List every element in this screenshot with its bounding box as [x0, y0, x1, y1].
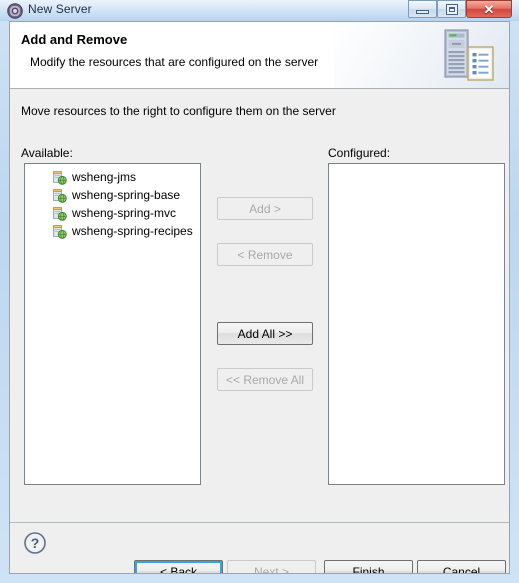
svg-text:?: ? [31, 535, 40, 551]
instruction-text: Move resources to the right to configure… [21, 104, 336, 118]
list-item[interactable]: wsheng-spring-recipes [25, 223, 200, 241]
web-module-icon [51, 223, 67, 239]
server-and-document-icon [439, 28, 499, 83]
title-bar[interactable]: New Server ✕ [0, 0, 519, 21]
list-item[interactable]: wsheng-jms [25, 169, 200, 187]
configured-label: Configured: [328, 146, 391, 160]
list-item-label: wsheng-spring-base [72, 188, 181, 202]
add-button[interactable]: Add > [217, 197, 313, 220]
server-gear-icon [7, 3, 23, 19]
finish-button-label: Finish [352, 564, 385, 574]
page-title: Add and Remove [21, 32, 128, 47]
wizard-header: Add and Remove Modify the resources that… [10, 22, 509, 89]
list-item-label: wsheng-spring-mvc [72, 206, 177, 220]
new-server-dialog-window: New Server ✕ Add and Remove Modify the r… [0, 0, 519, 583]
footer-separator [10, 522, 509, 523]
finish-button[interactable]: Finish [324, 560, 413, 574]
web-module-icon [51, 187, 67, 203]
restore-icon [445, 3, 458, 15]
next-button[interactable]: Next > [227, 560, 316, 574]
help-question-icon[interactable]: ? [23, 531, 47, 555]
minimize-button[interactable] [408, 0, 437, 18]
back-button-label: < Back [159, 564, 198, 574]
configured-list[interactable] [328, 163, 505, 485]
add-all-button[interactable]: Add All >> [217, 322, 313, 345]
back-button[interactable]: < Back [134, 560, 223, 574]
available-label: Available: [21, 146, 73, 160]
available-list-body: wsheng-jms wsheng-spring-base wsheng-spr… [25, 169, 200, 241]
available-list[interactable]: wsheng-jms wsheng-spring-base wsheng-spr… [24, 163, 201, 485]
web-module-icon [51, 205, 67, 221]
list-item[interactable]: wsheng-spring-mvc [25, 205, 200, 223]
list-item-label: wsheng-jms [72, 170, 137, 184]
next-button-label: Next > [253, 564, 289, 574]
remove-button[interactable]: < Remove [217, 243, 313, 266]
web-module-icon [51, 169, 67, 185]
remove-button-label: < Remove [237, 247, 293, 262]
minimize-icon [416, 10, 429, 14]
close-button[interactable]: ✕ [466, 0, 512, 18]
page-description: Modify the resources that are configured… [30, 55, 319, 69]
list-item-label: wsheng-spring-recipes [72, 224, 193, 238]
remove-all-button-label: << Remove All [225, 372, 305, 387]
remove-all-button[interactable]: << Remove All [217, 368, 313, 391]
cancel-button-label: Cancel [442, 564, 481, 574]
list-item[interactable]: wsheng-spring-base [25, 187, 200, 205]
add-button-label: Add > [249, 201, 281, 216]
cancel-button[interactable]: Cancel [417, 560, 506, 574]
close-icon: ✕ [483, 1, 495, 17]
maximize-restore-button[interactable] [437, 0, 466, 18]
window-title: New Server [28, 2, 92, 16]
dialog-client-area: Add and Remove Modify the resources that… [9, 21, 510, 574]
add-all-button-label: Add All >> [237, 326, 293, 341]
